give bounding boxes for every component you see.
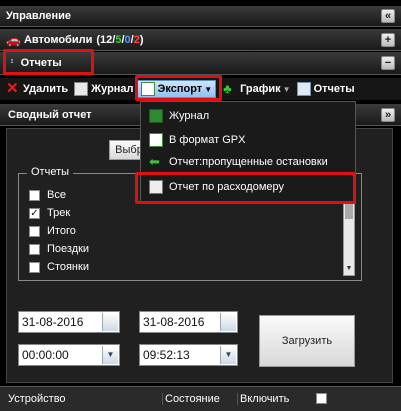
checkbox-total[interactable] <box>29 226 40 237</box>
summary-title: Сводный отчет <box>8 108 92 121</box>
cars-label: Автомобили <box>23 33 93 46</box>
header-bar: Управление « <box>0 6 401 27</box>
table-header: Устройство Состояние Включить <box>0 386 401 411</box>
from-date-input[interactable]: 31-08-2016 <box>18 311 120 333</box>
to-date-value: 31-08-2016 <box>143 315 205 329</box>
from-calendar-icon[interactable] <box>102 313 118 331</box>
gpx-icon <box>149 133 163 147</box>
col-state[interactable]: Состояние <box>162 393 220 405</box>
collapse-summary-button[interactable]: » <box>381 108 395 122</box>
label-track: Трек <box>47 207 71 219</box>
chart-icon: ♣ <box>223 81 232 96</box>
cars-bar[interactable]: 🚗 Автомобили (12/5/0/2) + <box>0 29 401 51</box>
label-all: Все <box>47 189 66 201</box>
to-time-input[interactable]: 09:52:13 ▼ <box>139 344 238 366</box>
collapse-all-button[interactable]: « <box>381 9 395 23</box>
checkbox-trips[interactable] <box>29 244 40 255</box>
collapse-reports-button[interactable]: − <box>381 56 395 70</box>
to-time-value: 09:52:13 <box>143 348 190 362</box>
reports-group-legend: Отчеты <box>27 166 74 178</box>
scroll-down-icon[interactable]: ▼ <box>344 265 354 275</box>
cars-count-open: (12/ <box>96 33 116 46</box>
to-date-input[interactable]: 31-08-2016 <box>139 311 238 333</box>
reports-toolbar-label: Отчеты <box>313 83 355 95</box>
car-icon: 🚗 <box>6 32 21 47</box>
to-time-dropdown-icon[interactable]: ▼ <box>220 346 236 364</box>
checkbox-stops[interactable] <box>29 262 40 273</box>
select-all-checkbox[interactable] <box>316 393 327 404</box>
delete-icon: ✕ <box>6 80 19 97</box>
highlight-export <box>135 75 222 101</box>
from-time-dropdown-icon[interactable]: ▼ <box>102 346 118 364</box>
missed-stops-icon: ⬅ <box>149 154 160 169</box>
reports-button[interactable]: Отчеты <box>294 79 358 99</box>
from-time-input[interactable]: 00:00:00 ▼ <box>18 344 120 366</box>
label-trips: Поездки <box>47 243 90 255</box>
menu-item-gpx-label: В формат GPX <box>169 134 246 146</box>
menu-item-journal[interactable]: Журнал <box>145 106 353 126</box>
label-total: Итого <box>47 225 76 237</box>
from-date-value: 31-08-2016 <box>22 315 84 329</box>
reports-icon <box>296 82 311 96</box>
label-stops: Стоянки <box>47 261 89 273</box>
delete-button[interactable]: ✕ Удалить <box>3 79 71 99</box>
header-title: Управление <box>6 10 72 22</box>
menu-item-missed-stops[interactable]: ⬅ Отчет:пропущенные остановки <box>145 152 353 172</box>
highlight-reports <box>3 49 94 75</box>
journal-label: Журнал <box>91 83 134 95</box>
col-device[interactable]: Устройство <box>8 393 66 405</box>
menu-item-journal-label: Журнал <box>169 110 210 122</box>
menu-item-missed-stops-label: Отчет:пропущенные остановки <box>169 156 328 168</box>
checkbox-all[interactable] <box>29 190 40 201</box>
chart-dropdown-icon: ▼ <box>282 84 291 94</box>
col-enable[interactable]: Включить <box>237 393 289 405</box>
journal-icon <box>74 82 89 96</box>
cars-count-close: ) <box>139 33 144 46</box>
to-calendar-icon[interactable] <box>220 313 236 331</box>
highlight-flowmeter <box>135 172 356 204</box>
checkbox-track[interactable]: ✓ <box>29 208 40 219</box>
chart-label: График <box>240 83 281 95</box>
journal-button[interactable]: Журнал <box>71 79 136 99</box>
from-time-value: 00:00:00 <box>22 348 69 362</box>
load-button[interactable]: Загрузить <box>259 315 355 367</box>
delete-label: Удалить <box>23 83 69 95</box>
excel-icon <box>149 109 163 123</box>
expand-cars-button[interactable]: + <box>381 33 395 47</box>
menu-item-gpx[interactable]: В формат GPX <box>145 130 353 150</box>
chart-button[interactable]: ♣ График ▼ <box>220 79 293 99</box>
